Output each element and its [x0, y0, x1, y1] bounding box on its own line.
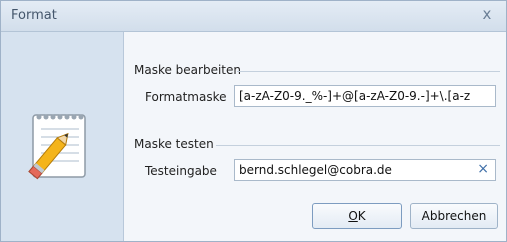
mask-edit-group-label: Maske bearbeiten	[134, 63, 241, 77]
format-mask-value: [a-zA-Z0-9._%-]+@[a-zA-Z0-9.-]+\.[a-z	[239, 89, 471, 103]
test-input-value: bernd.schlegel@cobra.de	[239, 163, 392, 177]
window-title: Format	[11, 8, 57, 23]
icon-pane	[1, 32, 124, 241]
clear-icon[interactable]: ×	[477, 161, 489, 177]
title-bar: Format x	[1, 1, 506, 32]
test-input[interactable]: bernd.schlegel@cobra.de ×	[234, 159, 496, 181]
cancel-button[interactable]: Abbrechen	[410, 203, 498, 229]
format-mask-label: Formatmaske	[145, 90, 227, 104]
format-dialog: Format x Maske bearbeiten Formatmaske [a…	[0, 0, 507, 242]
form-pane: Maske bearbeiten Formatmaske [a-zA-Z0-9.…	[124, 32, 506, 241]
format-mask-input[interactable]: [a-zA-Z0-9._%-]+@[a-zA-Z0-9.-]+\.[a-z	[234, 85, 496, 107]
test-input-label: Testeingabe	[145, 164, 217, 178]
notepad-pencil-icon	[19, 105, 97, 185]
ok-button-label: OK	[348, 209, 366, 223]
mask-test-group-label: Maske testen	[134, 137, 214, 151]
mask-test-divider	[216, 145, 500, 146]
ok-button[interactable]: OK	[312, 203, 402, 229]
close-icon[interactable]: x	[478, 5, 496, 23]
mask-edit-divider	[237, 71, 500, 72]
